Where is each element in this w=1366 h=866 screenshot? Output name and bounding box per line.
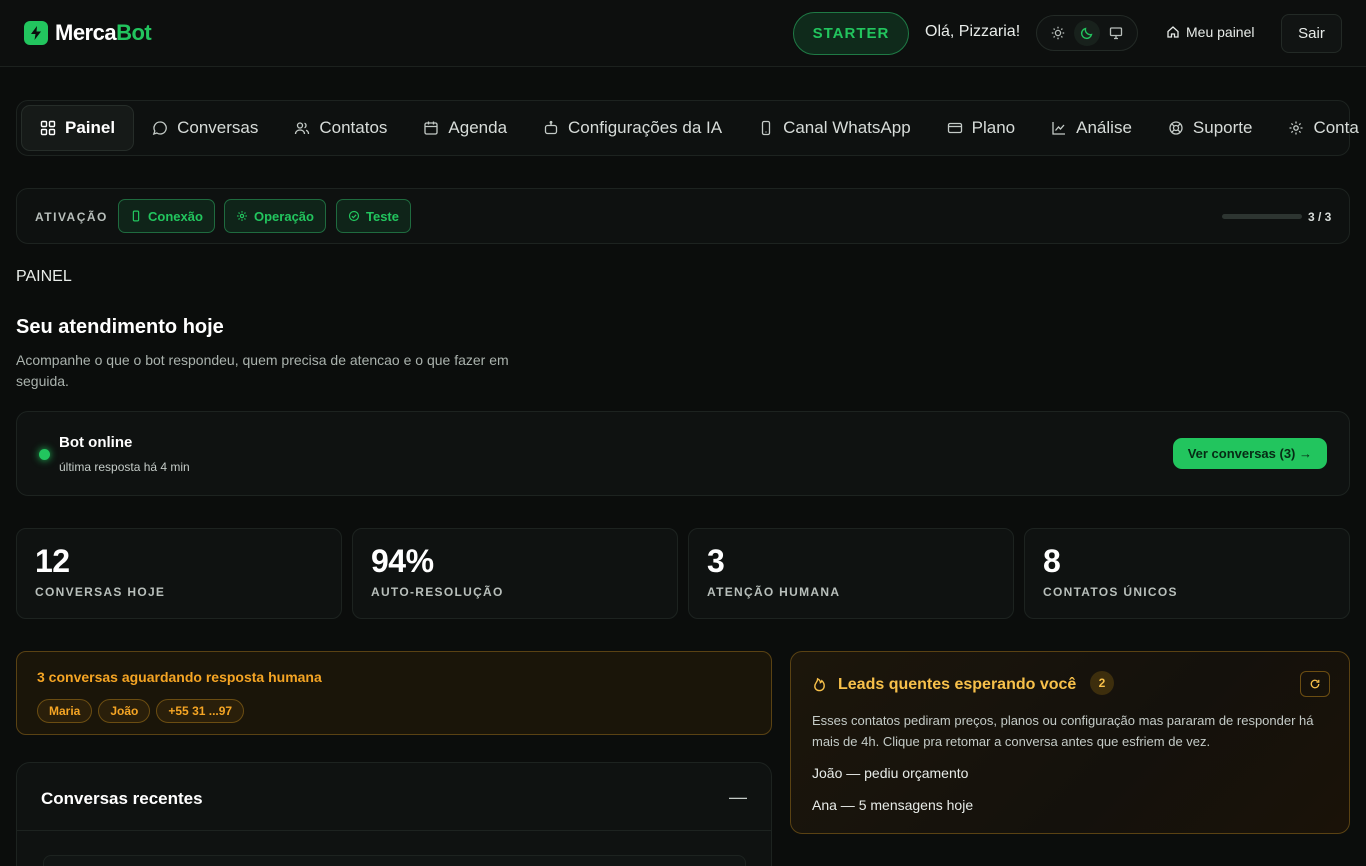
stat-value: 94% [371,543,434,579]
moon-icon[interactable] [1073,20,1100,46]
line-chart-icon [1052,122,1066,135]
bot-status-title: Bot online [59,434,133,451]
view-conversations-button[interactable]: Ver conversas (3) → [1172,438,1327,469]
plan-badge[interactable]: STARTER [793,12,909,55]
nav-label: Suporte [1192,118,1253,137]
nav-label: Plano [971,118,1016,137]
stat-label: CONVERSAS HOJE [35,585,166,599]
nav-label: Conta [1313,118,1359,137]
step-label: Teste [366,208,399,224]
brand-name: MercaBot [55,20,152,45]
bot-status-subtitle: última resposta há 4 min [59,460,190,474]
nav-label: Canal WhatsApp [783,118,911,137]
brand-logo[interactable]: MercaBot [24,20,152,46]
nav-item-suporte[interactable]: Suporte [1150,105,1271,151]
stat-label: AUTO-RESOLUÇÃO [371,585,504,599]
nav-item-canal-whatsapp[interactable]: Canal WhatsApp [740,105,929,151]
smartphone-icon [761,120,771,136]
waiting-human-card[interactable]: 3 conversas aguardando resposta humana M… [16,651,772,735]
hot-leads-card: Leads quentes esperando você 2 Esses con… [790,651,1350,834]
stat-card-unique-contacts: 8 CONTATOS ÚNICOS [1024,528,1350,619]
gear-icon [1289,121,1303,135]
waiting-contacts: Maria João +55 31 ...97 [37,699,245,723]
smartphone-icon [132,210,140,222]
calendar-icon [424,121,439,135]
theme-switcher [1036,15,1138,51]
nav-item-conta[interactable]: Conta [1270,105,1366,151]
sun-icon[interactable] [1045,20,1071,46]
recent-conversations-card: Conversas recentes — [16,762,772,866]
nav-item-agenda[interactable]: Agenda [405,105,525,151]
stat-value: 8 [1043,543,1061,579]
divider [17,830,771,831]
lifebuoy-icon [1169,121,1183,135]
step-label: Conexão [148,208,203,224]
activation-label: ATIVAÇÃO [35,210,108,224]
bolt-logo-icon [24,21,48,45]
activation-progress-bar [1222,214,1302,219]
refresh-icon [1310,679,1320,689]
stat-label: ATENÇÃO HUMANA [707,585,841,599]
lead-item[interactable]: João — pediu orçamento [812,765,968,781]
home-icon [1167,26,1179,38]
nav-item-conversas[interactable]: Conversas [134,105,276,151]
activation-progress-fill [1222,214,1302,219]
recent-conversations-title: Conversas recentes [41,789,203,808]
activation-progress-text: 3 / 3 [1308,210,1332,224]
stat-card-conversations-today: 12 CONVERSAS HOJE [16,528,342,619]
contact-chip[interactable]: +55 31 ...97 [156,699,245,723]
nav-label: Contatos [319,118,388,137]
stat-card-auto-resolution: 94% AUTO-RESOLUÇÃO [352,528,678,619]
hot-leads-description: Esses contatos pediram preços, planos ou… [812,713,1314,749]
nav-item-plano[interactable]: Plano [929,105,1033,151]
conversation-row[interactable] [43,855,746,866]
stat-value: 12 [35,543,70,579]
step-label: Operação [254,208,314,224]
bot-status-card: Bot online última resposta há 4 min Ver … [16,411,1350,496]
nav-item-analise[interactable]: Análise [1033,105,1150,151]
page-title: Seu atendimento hoje [16,316,224,338]
nav-item-contatos[interactable]: Contatos [276,105,405,151]
my-panel-link[interactable]: Meu painel [1166,24,1255,40]
nav-label: Análise [1076,118,1132,137]
activation-step-operacao[interactable]: Operação [224,199,326,233]
online-status-dot [39,449,50,460]
credit-card-icon [947,122,962,134]
users-icon [295,122,310,135]
flame-icon [814,677,825,692]
nav-label: Agenda [448,118,508,137]
hot-leads-title: Leads quentes esperando você [838,676,1077,693]
nav-label: Painel [65,118,116,137]
my-panel-label: Meu painel [1186,24,1255,40]
contact-chip[interactable]: Maria [37,699,93,723]
nav-label: Configurações da IA [568,118,723,137]
monitor-icon[interactable] [1103,20,1129,46]
robot-icon [544,120,558,135]
chat-bubble-icon [152,121,167,136]
lead-item[interactable]: Ana — 5 mensagens hoje [812,797,973,813]
check-circle-icon [348,210,360,222]
logout-button[interactable]: Sair [1281,14,1342,53]
page-subtitle: Acompanhe o que o bot respondeu, quem pr… [16,352,509,389]
nav-item-configuracoes-ia[interactable]: Configurações da IA [525,105,740,151]
stat-label: CONTATOS ÚNICOS [1043,585,1178,599]
stat-card-human-attention: 3 ATENÇÃO HUMANA [688,528,1014,619]
grid-icon [40,120,56,136]
activation-step-teste[interactable]: Teste [336,199,411,233]
nav-label: Conversas [177,118,259,137]
main-nav: Painel Conversas Contatos Agenda Configu… [16,100,1359,156]
stat-value: 3 [707,543,725,579]
activation-bar: ATIVAÇÃO Conexão Operação Teste 3 / 3 [16,188,1350,244]
collapse-toggle[interactable]: — [729,787,747,808]
gear-icon [237,211,247,221]
contact-chip[interactable]: João [98,699,151,723]
nav-item-painel[interactable]: Painel [21,105,135,151]
top-header: MercaBot STARTER Olá, Pizzaria! Meu pain… [0,0,1366,67]
user-greeting: Olá, Pizzaria! [925,23,1021,40]
hot-leads-count-badge: 2 [1090,671,1114,695]
waiting-title: 3 conversas aguardando resposta humana [37,669,322,685]
activation-step-conexao[interactable]: Conexão [118,199,215,233]
refresh-button[interactable] [1300,671,1330,697]
section-label: PAINEL [16,268,72,285]
